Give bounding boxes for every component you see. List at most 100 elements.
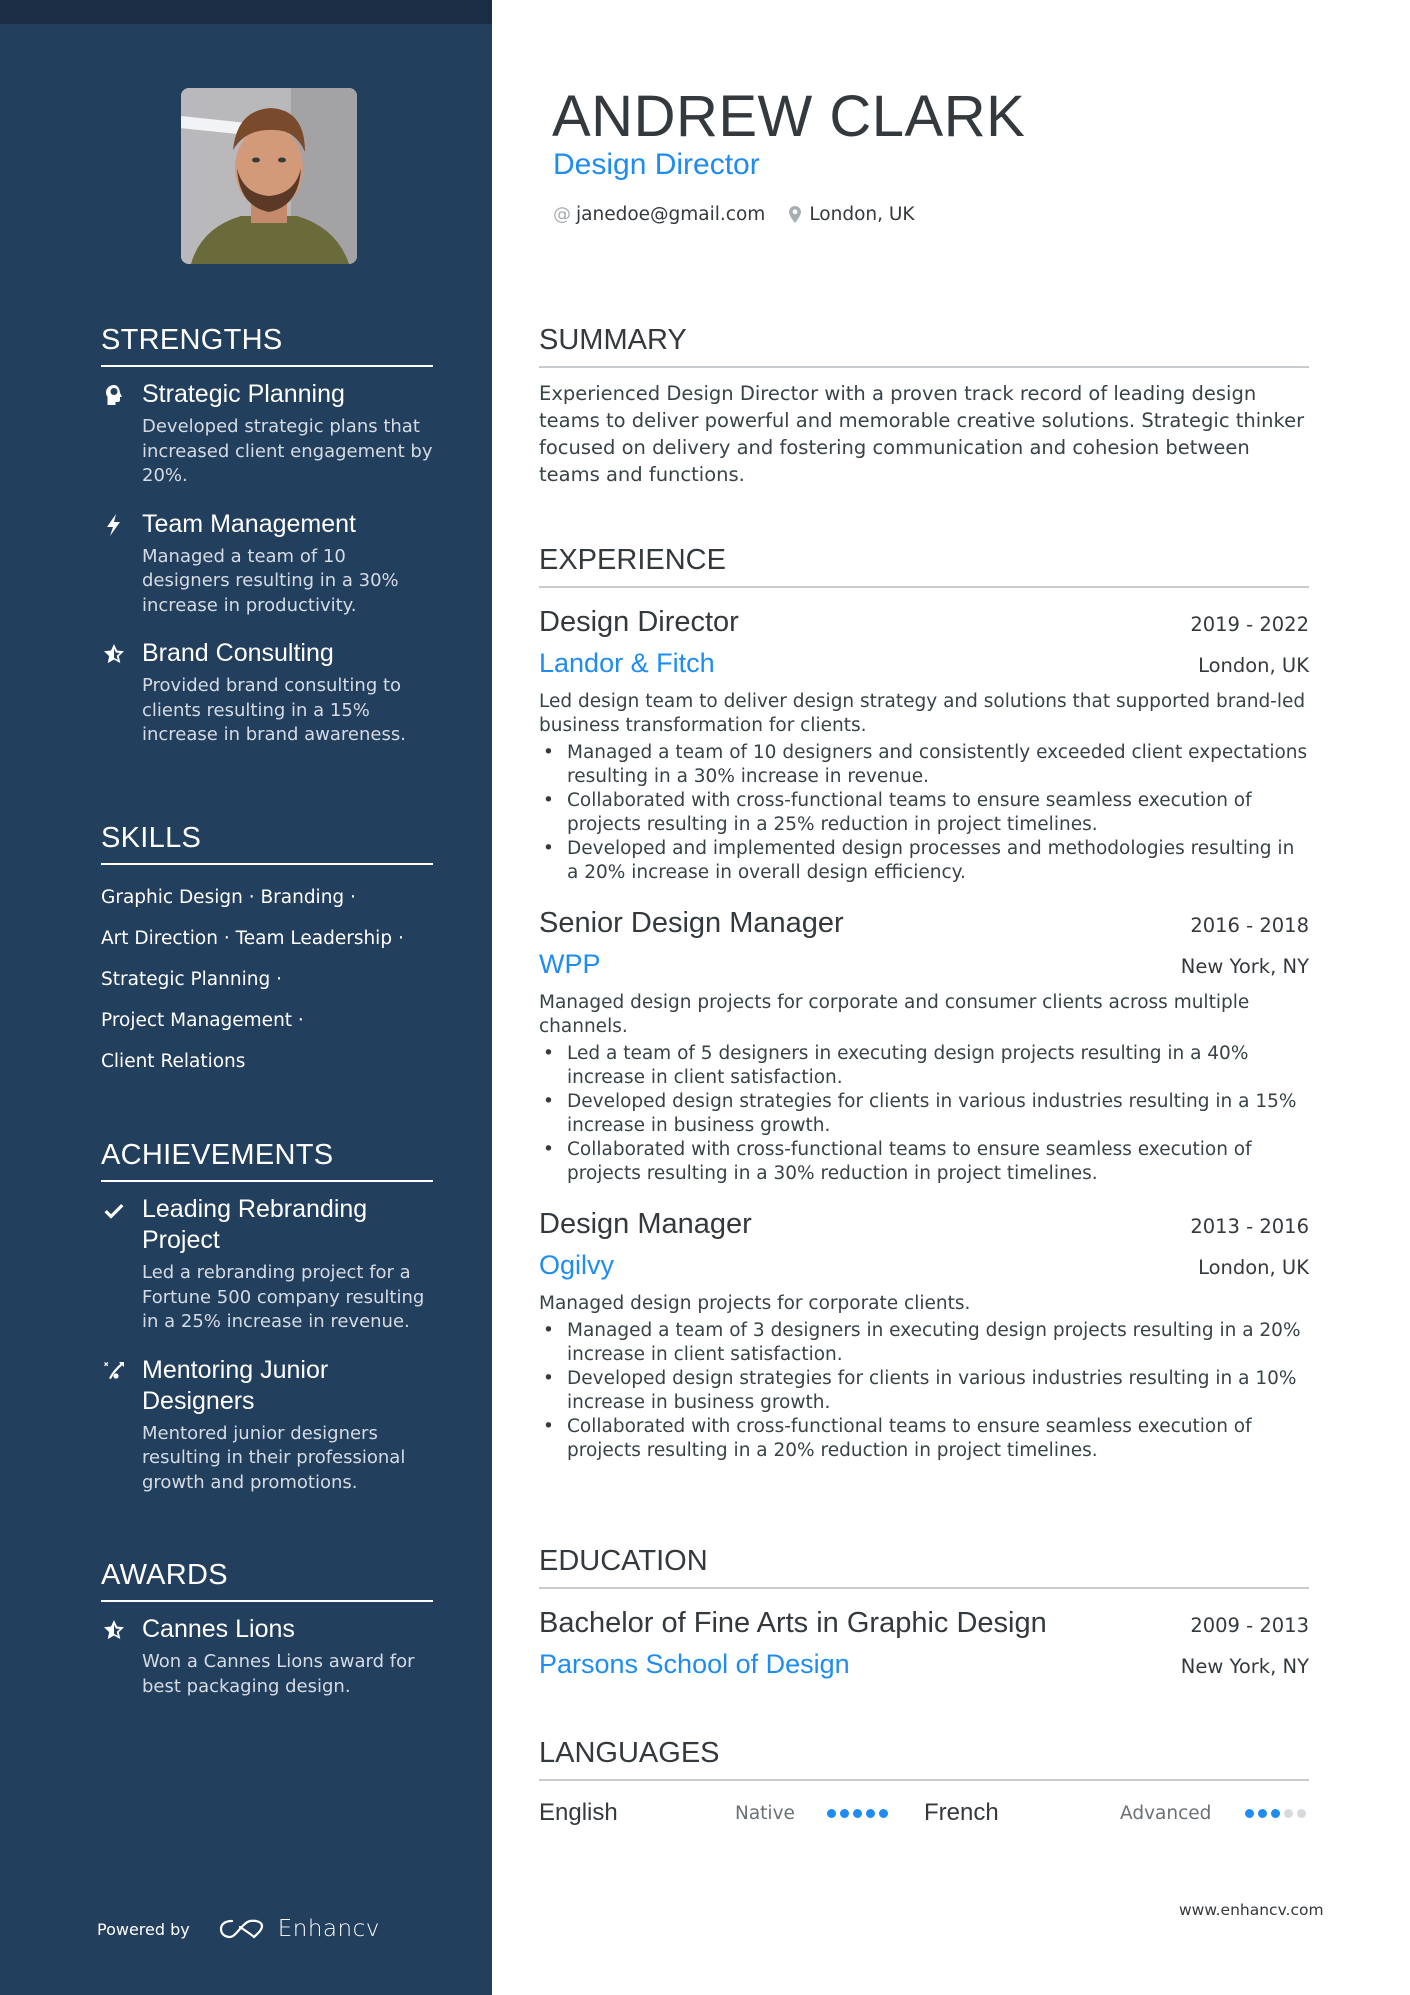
strength-title: Brand Consulting xyxy=(142,639,334,668)
job-bullet: Managed a team of 10 designers and consi… xyxy=(539,741,1309,789)
checkmark-icon xyxy=(101,1197,127,1223)
job-title: Design Director xyxy=(539,606,739,639)
experience-heading: EXPERIENCE xyxy=(539,544,1309,589)
job-company: Ogilvy xyxy=(539,1250,615,1281)
awards-heading: AWARDS xyxy=(101,1559,433,1603)
language-rating xyxy=(1245,1808,1306,1818)
strength-title: Team Management xyxy=(142,509,357,538)
languages-heading: LANGUAGES xyxy=(539,1737,1309,1782)
job-company: WPP xyxy=(539,949,601,980)
job-bullet: Developed and implemented design process… xyxy=(539,837,1309,885)
job-title: Design Manager xyxy=(539,1208,752,1241)
profile-photo xyxy=(181,88,357,264)
map-pin-icon xyxy=(789,206,802,223)
languages-section: LANGUAGES English Native French Advanced xyxy=(539,1737,1309,1831)
job-bullet: Collaborated with cross-functional teams… xyxy=(539,1415,1309,1463)
award-title: Cannes Lions xyxy=(142,1615,295,1644)
strength-description: Provided brand consulting to clients res… xyxy=(142,675,406,746)
school-name: Parsons School of Design xyxy=(539,1649,850,1680)
achievement-description: Led a rebranding project for a Fortune 5… xyxy=(142,1262,425,1333)
job-bullets: Managed a team of 3 designers in executi… xyxy=(539,1319,1309,1463)
footer-url[interactable]: www.enhancv.com xyxy=(1179,1901,1324,1919)
strategy-play-icon xyxy=(101,1358,127,1384)
language-item: French Advanced xyxy=(924,1799,1309,1827)
language-item: English Native xyxy=(539,1799,924,1827)
person-portrait-icon xyxy=(181,88,357,264)
job-location: London, UK xyxy=(1198,654,1309,678)
job-title: Senior Design Manager xyxy=(539,907,844,940)
summary-heading: SUMMARY xyxy=(539,324,1309,369)
strength-item: Strategic Planning Developed strategic p… xyxy=(101,379,433,489)
summary-text: Experienced Design Director with a prove… xyxy=(539,382,1305,487)
job-dates: 2016 - 2018 xyxy=(1190,914,1309,938)
rating-dot-filled xyxy=(827,1808,836,1818)
summary-section: SUMMARY Experienced Design Director with… xyxy=(539,324,1309,488)
job-location: London, UK xyxy=(1198,1256,1309,1280)
skills-section: SKILLS Graphic Design · Branding · Art D… xyxy=(101,822,433,1082)
strength-item: Team Management Managed a team of 10 des… xyxy=(101,509,433,619)
half-star-icon xyxy=(101,1617,127,1643)
rating-dot-filled xyxy=(879,1808,888,1818)
powered-by: Powered by Enhancv xyxy=(97,1916,380,1942)
at-icon: @ xyxy=(553,204,571,225)
achievement-title: Leading Rebranding Project xyxy=(142,1195,368,1255)
job-location: New York, NY xyxy=(1180,955,1309,979)
strength-title: Strategic Planning xyxy=(142,380,345,409)
school-location: New York, NY xyxy=(1180,1655,1309,1679)
sidebar: STRENGTHS Strategic Planning Developed s… xyxy=(0,0,492,1995)
skill-line: Project Management · xyxy=(101,1010,304,1032)
strength-description: Developed strategic plans that increased… xyxy=(142,416,433,487)
strength-item: Brand Consulting Provided brand consulti… xyxy=(101,638,433,748)
job-description: Managed design projects for corporate cl… xyxy=(539,1293,971,1315)
job-bullet: Managed a team of 3 designers in executi… xyxy=(539,1319,1309,1367)
job-bullet: Led a team of 5 designers in executing d… xyxy=(539,1042,1309,1090)
languages-row: English Native French Advanced xyxy=(539,1795,1309,1831)
achievement-item: Mentoring Junior Designers Mentored juni… xyxy=(101,1355,433,1496)
job-bullet: Collaborated with cross-functional teams… xyxy=(539,789,1309,837)
job-entry: Design Manager 2013 - 2016 Ogilvy London… xyxy=(539,1204,1309,1463)
skill-line: Strategic Planning · xyxy=(101,969,282,991)
language-level: Advanced xyxy=(1120,1802,1212,1824)
achievements-heading: ACHIEVEMENTS xyxy=(101,1139,433,1183)
awards-section: AWARDS Cannes Lions Won a Cannes Lions a… xyxy=(101,1559,433,1699)
rating-dot-filled xyxy=(866,1808,875,1818)
contact-info: @ janedoe@gmail.com London, UK xyxy=(553,204,915,225)
award-item: Cannes Lions Won a Cannes Lions award fo… xyxy=(101,1614,433,1699)
head-brain-icon xyxy=(101,382,127,408)
enhancv-logo-icon xyxy=(219,1919,263,1939)
contact-location: London, UK xyxy=(809,204,915,225)
language-name: French xyxy=(924,1799,999,1827)
experience-section: EXPERIENCE Design Director 2019 - 2022 L… xyxy=(539,544,1309,1463)
enhancv-brand: Enhancv xyxy=(277,1916,380,1942)
rating-dot-empty xyxy=(1297,1808,1306,1818)
skills-heading: SKILLS xyxy=(101,822,433,866)
candidate-name: ANDREW CLARK xyxy=(552,84,1026,149)
job-dates: 2013 - 2016 xyxy=(1190,1215,1309,1239)
sidebar-top-strip xyxy=(0,0,492,24)
job-bullet: Developed design strategies for clients … xyxy=(539,1367,1309,1415)
education-dates: 2009 - 2013 xyxy=(1190,1614,1309,1638)
achievement-item: Leading Rebranding Project Led a rebrand… xyxy=(101,1194,433,1335)
job-bullets: Led a team of 5 designers in executing d… xyxy=(539,1042,1309,1186)
language-name: English xyxy=(539,1799,618,1827)
rating-dot-filled xyxy=(1271,1808,1280,1818)
skills-list: Graphic Design · Branding · Art Directio… xyxy=(101,877,433,1082)
strengths-heading: STRENGTHS xyxy=(101,324,433,368)
candidate-role: Design Director xyxy=(553,148,760,181)
education-entry: Bachelor of Fine Arts in Graphic Design … xyxy=(539,1603,1309,1685)
education-heading: EDUCATION xyxy=(539,1545,1309,1590)
achievements-section: ACHIEVEMENTS Leading Rebranding Project … xyxy=(101,1139,433,1495)
skill-line: Art Direction · Team Leadership · xyxy=(101,928,404,950)
job-company: Landor & Fitch xyxy=(539,648,715,679)
powered-by-label: Powered by xyxy=(97,1919,190,1939)
job-dates: 2019 - 2022 xyxy=(1190,613,1309,637)
rating-dot-filled xyxy=(1245,1808,1254,1818)
job-entry: Design Director 2019 - 2022 Landor & Fit… xyxy=(539,602,1309,885)
rating-dot-filled xyxy=(1258,1808,1267,1818)
email-link[interactable]: janedoe@gmail.com xyxy=(576,204,765,225)
job-bullet: Collaborated with cross-functional teams… xyxy=(539,1138,1309,1186)
strength-description: Managed a team of 10 designers resulting… xyxy=(142,545,399,616)
half-star-icon xyxy=(101,641,127,667)
lightning-bolt-icon xyxy=(101,512,127,538)
job-description: Led design team to deliver design strate… xyxy=(539,691,1306,737)
